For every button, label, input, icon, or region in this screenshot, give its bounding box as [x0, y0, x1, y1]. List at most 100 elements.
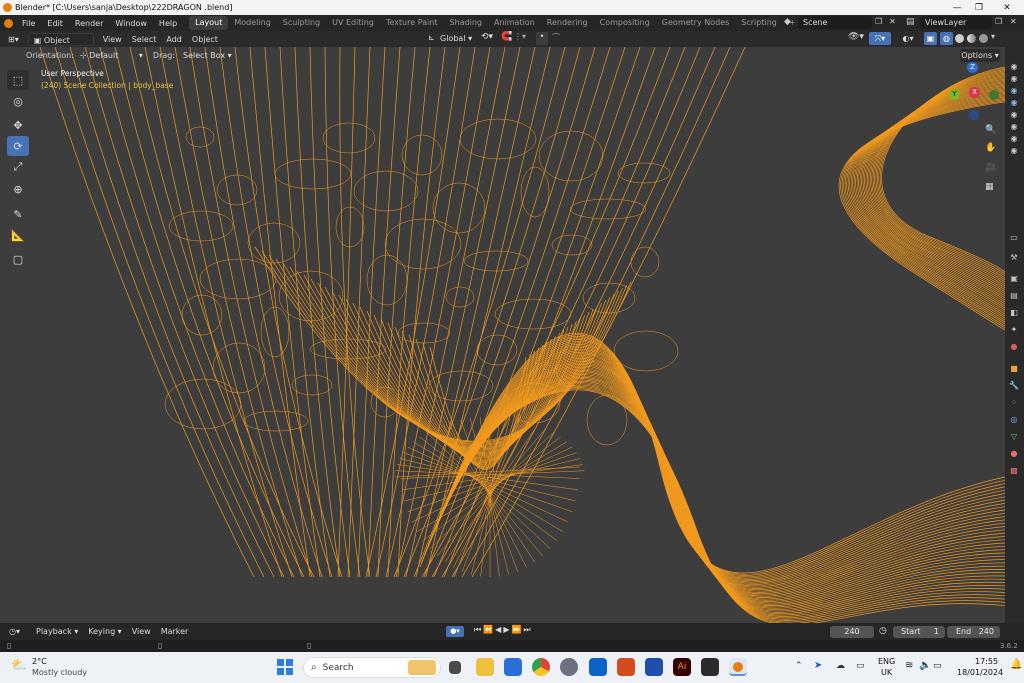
camera-icon[interactable]: ◉ [1008, 145, 1020, 156]
overlay-toggle[interactable]: ◐▾ [897, 32, 919, 45]
object-properties-icon[interactable]: ■ [1008, 363, 1020, 374]
timeline-editor-icon[interactable]: ◷▾ [4, 625, 25, 638]
tray-chevron-icon[interactable]: ⌃ [795, 661, 803, 671]
camera-icon[interactable]: ◉ [1008, 109, 1020, 120]
menu-help[interactable]: Help [153, 19, 183, 28]
volume-icon[interactable]: 🔈 [919, 660, 931, 671]
navigation-gizmo[interactable]: Z Y X [945, 62, 1000, 122]
file-explorer-icon[interactable] [476, 658, 494, 676]
output-properties-icon[interactable]: ▤ [1008, 290, 1020, 301]
tray-app-icon[interactable]: ➤ [814, 660, 822, 671]
start-frame-field[interactable]: Start 1 [893, 626, 945, 638]
clock-date[interactable]: 18/01/2024 [957, 668, 1003, 677]
mail-icon[interactable] [645, 658, 663, 676]
illustrator-icon[interactable]: Ai [673, 658, 691, 676]
proportional-falloff-icon[interactable]: ⌒ [552, 32, 560, 43]
language-top[interactable]: ENG [878, 657, 895, 666]
camera-icon[interactable]: ◉ [1008, 133, 1020, 144]
pan-hand-icon[interactable]: ✋ [985, 143, 996, 153]
menu-file[interactable]: File [16, 19, 41, 28]
delete-scene-icon[interactable]: ✕ [889, 17, 901, 28]
perspective-toggle-icon[interactable]: ▦ [985, 182, 994, 192]
camera-icon[interactable]: ◉ [1008, 61, 1020, 72]
annotate-tool-icon[interactable]: ✎ [7, 204, 29, 224]
snap-target-icon[interactable]: ⋮▾ [514, 32, 526, 41]
camera-view-icon[interactable]: 🎥 [985, 163, 996, 173]
playback-menu[interactable]: Playback ▾ [31, 625, 83, 638]
tab-animation[interactable]: Animation [488, 16, 541, 30]
blender-taskbar-icon[interactable] [729, 658, 747, 676]
mode-selector[interactable]: ▣ Object Mode ▾ [27, 32, 94, 58]
tab-sculpting[interactable]: Sculpting [277, 16, 326, 30]
gizmo-x-axis[interactable]: X [969, 87, 980, 98]
clock-time[interactable]: 17:55 [975, 657, 998, 666]
new-view-layer-icon[interactable]: ❐ [995, 17, 1002, 26]
transform-orientation-selector[interactable]: Global ▾ [440, 32, 472, 45]
language-bottom[interactable]: UK [881, 668, 892, 677]
menu-render[interactable]: Render [69, 19, 109, 28]
scale-tool-icon[interactable]: ⤢ [7, 157, 29, 177]
taskbar-search[interactable]: ⌕ Search [303, 657, 441, 678]
orientation-selector[interactable]: ⊹ Default ▾ [80, 51, 143, 60]
3d-viewport[interactable] [0, 47, 1005, 623]
transform-tool-icon[interactable]: ⊕ [7, 179, 29, 199]
cursor-tool-icon[interactable]: ◎ [7, 91, 29, 111]
select-box-tool-icon[interactable]: ⬚ [7, 70, 29, 90]
wifi-icon[interactable]: ≋ [905, 660, 913, 671]
sticky-app-icon[interactable] [701, 658, 719, 676]
gizmo-neg-y-axis[interactable] [989, 90, 999, 100]
tab-shading[interactable]: Shading [443, 16, 488, 30]
add-cube-tool-icon[interactable]: ▢ [7, 249, 29, 269]
camera-icon[interactable]: ◉ [1008, 85, 1020, 96]
keying-menu[interactable]: Keying ▾ [83, 625, 126, 638]
settings-gear-icon[interactable] [560, 658, 578, 676]
measure-tool-icon[interactable]: 📐 [7, 225, 29, 245]
tab-geometry-nodes[interactable]: Geometry Nodes [656, 16, 735, 30]
playback-controls[interactable]: ⏮⏪◀▶⏩⏭ [474, 625, 533, 635]
close-button[interactable]: ✕ [994, 0, 1020, 15]
modifier-properties-icon[interactable]: 🔧 [1008, 380, 1020, 391]
gizmo-z-axis[interactable]: Z [967, 62, 978, 73]
tab-layout[interactable]: Layout [189, 16, 229, 30]
shading-rendered-button[interactable] [979, 34, 988, 43]
view-layer-properties-icon[interactable]: ◧ [1008, 307, 1020, 318]
menu-select[interactable]: Select [127, 33, 162, 46]
view-layer-selector[interactable]: ViewLayer [920, 16, 992, 29]
snap-icon[interactable]: 🧲 [501, 32, 512, 42]
world-properties-icon[interactable]: ● [1008, 341, 1020, 352]
tray-device-icon[interactable]: ▭ [856, 661, 865, 671]
restore-button[interactable]: ❐ [966, 0, 992, 15]
timeline-view-menu[interactable]: View [127, 625, 156, 638]
auto-keying-toggle[interactable]: ●▾ [446, 626, 464, 637]
blender-menu-icon[interactable] [4, 18, 13, 28]
xray-toggle[interactable]: ▣ [924, 32, 937, 45]
scene-selector[interactable]: Scene [798, 16, 872, 29]
tab-rendering[interactable]: Rendering [541, 16, 594, 30]
new-scene-icon[interactable]: ❐ [875, 17, 887, 28]
move-tool-icon[interactable]: ✥ [7, 115, 29, 135]
proportional-editing-icon[interactable]: • [536, 32, 548, 45]
drag-selector[interactable]: Select Box ▾ [183, 51, 232, 60]
pivot-point-icon[interactable]: ⟲▾ [481, 32, 493, 42]
end-frame-field[interactable]: End 240 [947, 626, 1000, 638]
particles-properties-icon[interactable]: ⁘ [1008, 397, 1020, 408]
tab-modeling[interactable]: Modeling [228, 16, 276, 30]
shading-material-button[interactable] [967, 34, 976, 43]
task-view-icon[interactable] [449, 661, 461, 674]
camera-icon[interactable]: ◉ [1008, 73, 1020, 84]
tab-compositing[interactable]: Compositing [594, 16, 656, 30]
zoom-icon[interactable]: 🔍 [985, 125, 996, 135]
current-frame-field[interactable]: 240 [830, 626, 874, 638]
delete-view-layer-icon[interactable]: ✕ [1010, 17, 1017, 26]
tray-cloud-icon[interactable]: ☁ [836, 661, 845, 671]
tab-texture-paint[interactable]: Texture Paint [380, 16, 444, 30]
tab-uv-editing[interactable]: UV Editing [326, 16, 380, 30]
office-app-icon[interactable] [617, 658, 635, 676]
editor-type-icon[interactable]: ⊞▾ [3, 33, 24, 46]
menu-edit[interactable]: Edit [41, 19, 69, 28]
tab-scripting[interactable]: Scripting [735, 16, 783, 30]
gizmo-y-axis[interactable]: Y [949, 89, 960, 100]
material-properties-icon[interactable]: ● [1008, 448, 1020, 459]
scene-properties-icon[interactable]: ✦ [1008, 324, 1020, 335]
shading-options-icon[interactable]: ▾ [991, 32, 995, 41]
